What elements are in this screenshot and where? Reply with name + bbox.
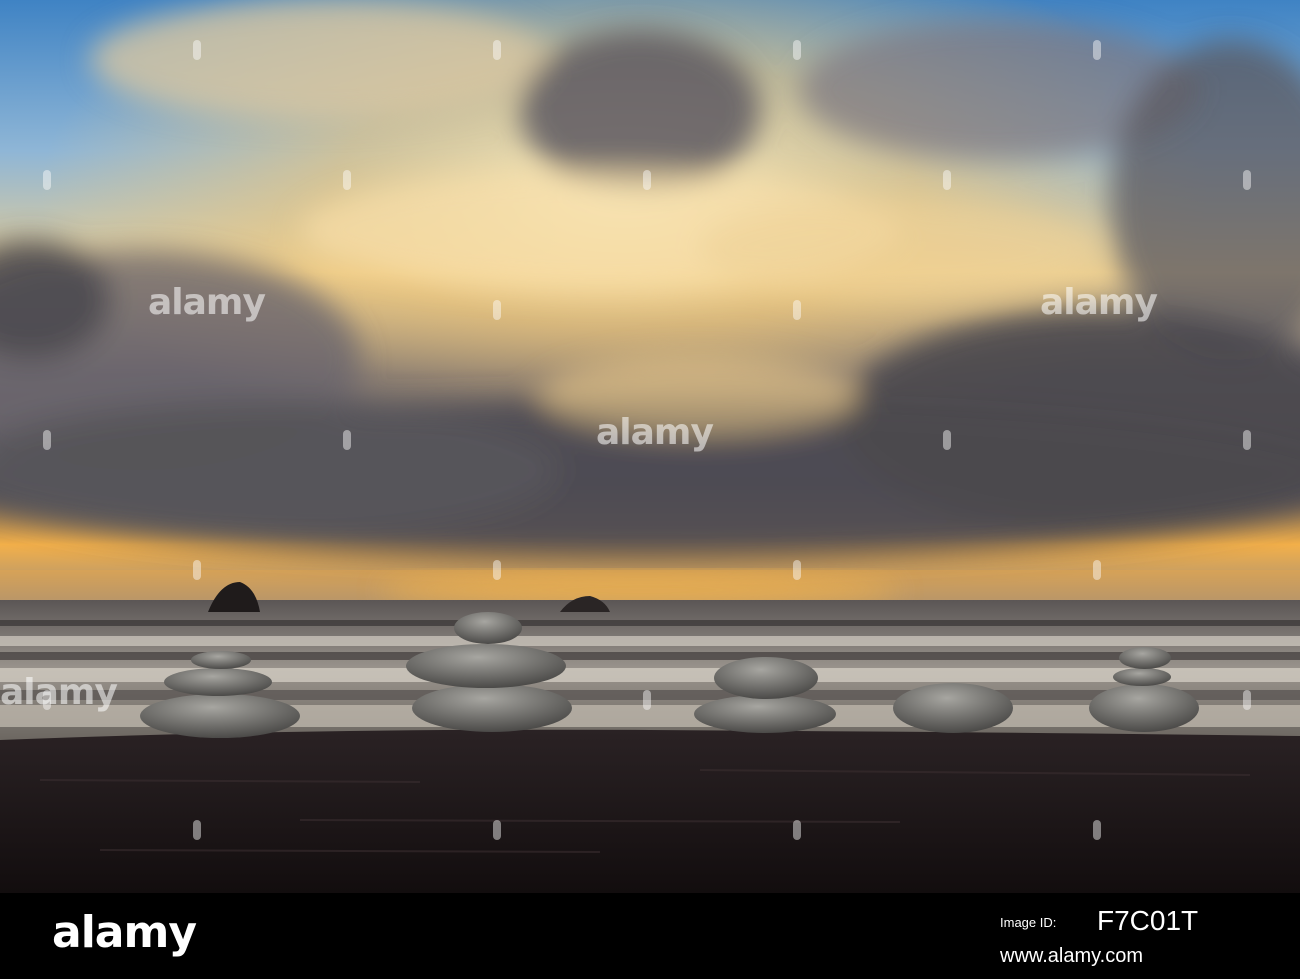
footer-bar: alamy Image ID: F7C01T www.alamy.com: [0, 893, 1300, 979]
photo: alamy alamy alamy alamy: [0, 0, 1300, 893]
driftwood-log: [0, 729, 1300, 893]
alamy-logo[interactable]: alamy: [52, 907, 197, 958]
stone-stack: [893, 683, 1013, 733]
beach-sunset-scene: [0, 0, 1300, 893]
image-id: F7C01T: [1097, 905, 1199, 936]
site-url[interactable]: www.alamy.com: [1000, 945, 1143, 968]
image-id-label: Image ID:: [1000, 915, 1057, 930]
